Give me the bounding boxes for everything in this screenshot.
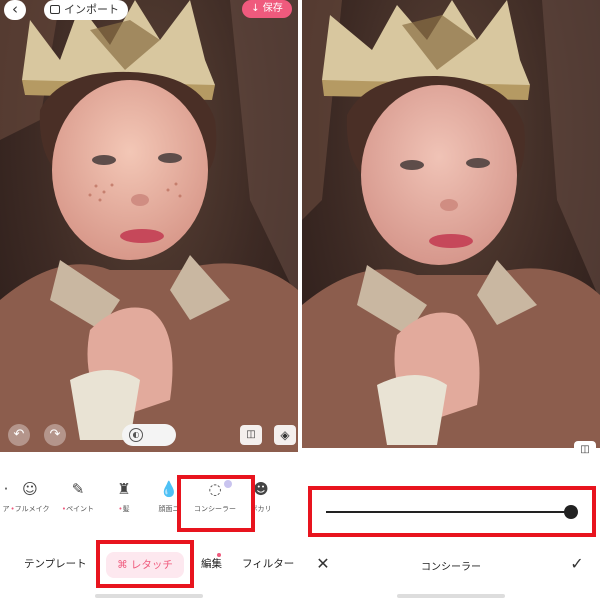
redo-icon[interactable]: ↷ [44,424,66,446]
split-view-icon[interactable]: ◫ [574,441,596,459]
split-view-icon[interactable]: ◫ [240,425,262,445]
left-screen: ‹ インポート ↓ 保存 ↶ ↷ ◐ ◫ ◈ · ア ☺ •フルメイク ✎ •ペ… [0,0,298,602]
tool-label: ディ [282,504,298,514]
tool-paint[interactable]: ✎ •ペイント [54,478,102,514]
compare-toggle[interactable]: ◐ [122,424,176,446]
import-label: インポート [64,3,119,16]
highlight-concealer [177,475,255,532]
home-indicator [95,594,203,598]
save-button[interactable]: ↓ 保存 [242,0,292,18]
tool-fullmake[interactable]: ☺ •フルメイク [6,478,54,514]
portrait-image [0,0,298,452]
slider-track [326,511,572,513]
highlight-retouch [96,540,194,588]
right-screen: ◫ ✕ コンシーラー ✓ [302,0,600,602]
tool-paint-label: ペイント [66,505,95,513]
concealer-panel: ✕ コンシーラー ✓ [302,460,600,602]
tool-label: •ペイント [54,504,102,514]
face-makeup-icon: ☺ [22,480,38,498]
chevron-left-icon: ‹ [12,0,18,18]
concealer-slider[interactable] [308,486,596,537]
portrait-image [302,0,600,448]
import-button[interactable]: インポート [44,0,128,20]
photo-canvas-right[interactable] [302,0,600,448]
tab-edit[interactable]: 編集 [201,556,222,572]
tool-hair-label: 髪 [122,505,130,513]
layers-icon[interactable]: ◈ [274,425,296,445]
image-import-icon [50,5,60,14]
compare-icon: ◐ [129,428,143,442]
photo-canvas-left[interactable] [0,0,298,452]
slider-handle[interactable] [564,505,578,519]
tab-filter[interactable]: フィルター [242,556,294,572]
close-icon[interactable]: ✕ [314,555,332,573]
tool-fullmake-label: フルメイク [14,505,50,513]
tool-hair[interactable]: ♜ •髪 [100,478,148,514]
undo-icon[interactable]: ↶ [8,424,30,446]
panel-title: コンシーラー [421,562,481,573]
paint-brush-icon: ✎ [71,480,85,498]
tab-template[interactable]: テンプレート [24,556,87,572]
home-indicator [397,594,505,598]
notification-dot [217,553,221,557]
tool-label: •フルメイク [6,504,54,514]
check-icon[interactable]: ✓ [568,555,586,573]
tool-label: •髪 [100,504,148,514]
back-button[interactable]: ‹ [4,0,26,20]
tool-edge-right[interactable]: · ディ [282,478,298,514]
hair-icon: ♜ [117,480,131,498]
